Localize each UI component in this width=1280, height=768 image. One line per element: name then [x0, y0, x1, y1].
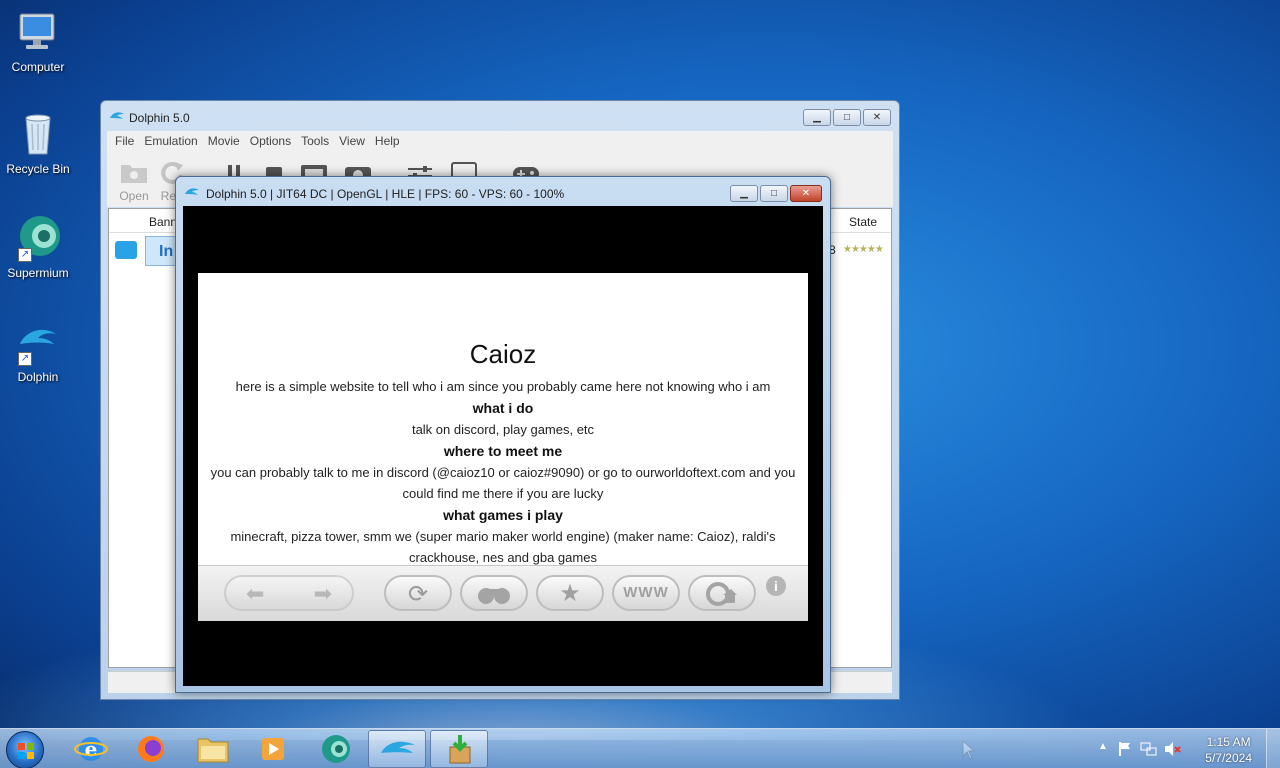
- menu-file[interactable]: File: [115, 131, 142, 151]
- taskbar-supermium[interactable]: [306, 730, 364, 768]
- folder-icon: [119, 159, 149, 185]
- www-label: WWW: [623, 584, 669, 601]
- recycle-bin-icon: [14, 110, 62, 158]
- maximize-button[interactable]: □: [760, 185, 788, 202]
- web-content: Caioz here is a simple website to tell w…: [198, 273, 808, 565]
- menu-help[interactable]: Help: [375, 131, 408, 151]
- forward-arrow-icon: ➡: [313, 581, 332, 606]
- render-window-titlebar[interactable]: Dolphin 5.0 | JIT64 DC | OpenGL | HLE | …: [176, 177, 830, 207]
- firefox-icon: [138, 736, 164, 762]
- section-text: minecraft, pizza tower, smm we (super ma…: [230, 529, 776, 565]
- section-heading: what games i play: [443, 507, 563, 523]
- main-window-title: Dolphin 5.0: [129, 111, 190, 125]
- info-icon[interactable]: i: [766, 576, 786, 596]
- minimize-button[interactable]: ▁: [803, 109, 831, 126]
- internet-explorer-icon: e: [74, 737, 108, 761]
- section-heading: what i do: [472, 400, 534, 416]
- action-center-flag-icon[interactable]: [1118, 741, 1132, 757]
- clock-date: 5/7/2024: [1205, 751, 1252, 765]
- dolphin-icon: [109, 110, 125, 125]
- show-hidden-icons-icon[interactable]: ▲: [1098, 741, 1108, 752]
- favorites-button[interactable]: ★: [536, 575, 604, 611]
- volume-muted-icon[interactable]: [1164, 741, 1182, 757]
- state-stars: ★★★★★: [843, 244, 884, 255]
- star-icon: ★: [559, 580, 581, 607]
- taskbar-file-explorer[interactable]: [184, 730, 242, 768]
- computer-icon: [14, 8, 62, 56]
- search-button[interactable]: [460, 575, 528, 611]
- taskbar-internet-explorer[interactable]: e: [62, 730, 120, 768]
- emulation-render-area[interactable]: Caioz here is a simple website to tell w…: [183, 206, 823, 686]
- back-forward-button[interactable]: ⬅ ➡: [224, 575, 354, 611]
- dolphin-icon: [381, 741, 415, 753]
- wii-browser-toolbar: ⬅ ➡ ⟳ ★ WWW i: [198, 565, 808, 621]
- desktop-icon-label: Dolphin: [17, 370, 59, 384]
- menu-tools[interactable]: Tools: [301, 131, 337, 151]
- taskbar-media-player[interactable]: [244, 730, 302, 768]
- menubar: File Emulation Movie Options Tools View …: [107, 131, 893, 151]
- section-text: talk on discord, play games, etc: [411, 422, 595, 437]
- dolphin-render-window[interactable]: Dolphin 5.0 | JIT64 DC | OpenGL | HLE | …: [175, 176, 831, 693]
- wii-menu-button[interactable]: [688, 575, 756, 611]
- dolphin-icon: ↗: [14, 318, 62, 366]
- clock[interactable]: 1:15 AM 5/7/2024: [1205, 734, 1252, 766]
- home-icon: [706, 582, 737, 606]
- close-button[interactable]: ✕: [863, 109, 891, 126]
- column-banner[interactable]: Bann: [149, 215, 177, 229]
- maximize-button[interactable]: □: [833, 109, 861, 126]
- dolphin-icon: [184, 186, 200, 201]
- www-button[interactable]: WWW: [612, 575, 680, 611]
- taskbar-dolphin[interactable]: [368, 730, 426, 768]
- desktop-icon-computer[interactable]: Computer: [2, 8, 74, 74]
- taskbar-firefox[interactable]: [122, 730, 180, 768]
- minimize-button[interactable]: ▁: [730, 185, 758, 202]
- show-desktop-button[interactable]: [1266, 729, 1280, 768]
- desktop-icon-label: Computer: [11, 60, 65, 74]
- desktop-icon-dolphin[interactable]: ↗ Dolphin: [2, 318, 74, 384]
- menu-view[interactable]: View: [339, 131, 373, 151]
- section-heading: where to meet me: [443, 443, 563, 459]
- main-window-titlebar[interactable]: Dolphin 5.0 ▁ □ ✕: [101, 101, 899, 131]
- svg-text:e: e: [85, 737, 98, 761]
- system-tray: ▲ 1:15 AM 5/7/2024: [1090, 729, 1280, 768]
- installer-icon: [449, 735, 471, 764]
- menu-emulation[interactable]: Emulation: [144, 131, 205, 151]
- clock-time: 1:15 AM: [1206, 735, 1251, 749]
- network-icon[interactable]: [1140, 741, 1158, 757]
- wii-internet-channel-page[interactable]: Caioz here is a simple website to tell w…: [198, 273, 808, 621]
- media-player-icon: [262, 738, 284, 760]
- desktop-icon-recycle-bin[interactable]: Recycle Bin: [2, 110, 74, 176]
- render-window-title: Dolphin 5.0 | JIT64 DC | OpenGL | HLE | …: [206, 187, 565, 201]
- intro-text: here is a simple website to tell who i a…: [235, 379, 771, 394]
- desktop-icon-supermium[interactable]: ↗ Supermium: [2, 214, 74, 280]
- desktop-icon-label: Recycle Bin: [6, 162, 70, 176]
- close-button[interactable]: ✕: [790, 185, 822, 202]
- shortcut-arrow-icon: ↗: [18, 352, 32, 366]
- section-text: you can probably talk to me in discord (…: [210, 465, 796, 501]
- platform-icon: [115, 241, 137, 259]
- back-arrow-icon: ⬅: [246, 581, 265, 606]
- reload-icon: ⟳: [407, 581, 429, 608]
- desktop-icon-label: Supermium: [7, 266, 69, 280]
- folder-icon: [197, 738, 229, 763]
- menu-options[interactable]: Options: [250, 131, 299, 151]
- supermium-icon: ↗: [14, 214, 62, 262]
- windows-logo-icon: [18, 743, 34, 759]
- taskbar-installer[interactable]: [430, 730, 488, 768]
- shortcut-arrow-icon: ↗: [18, 248, 32, 262]
- taskbar: e ▲ 1:15 AM 5/7/2024: [0, 728, 1280, 768]
- reload-button[interactable]: ⟳: [384, 575, 452, 611]
- binoculars-icon: [478, 588, 510, 604]
- column-state[interactable]: State: [849, 215, 877, 229]
- page-title: Caioz: [469, 339, 537, 369]
- start-button[interactable]: [6, 731, 44, 768]
- menu-movie[interactable]: Movie: [208, 131, 248, 151]
- supermium-icon: [322, 735, 350, 763]
